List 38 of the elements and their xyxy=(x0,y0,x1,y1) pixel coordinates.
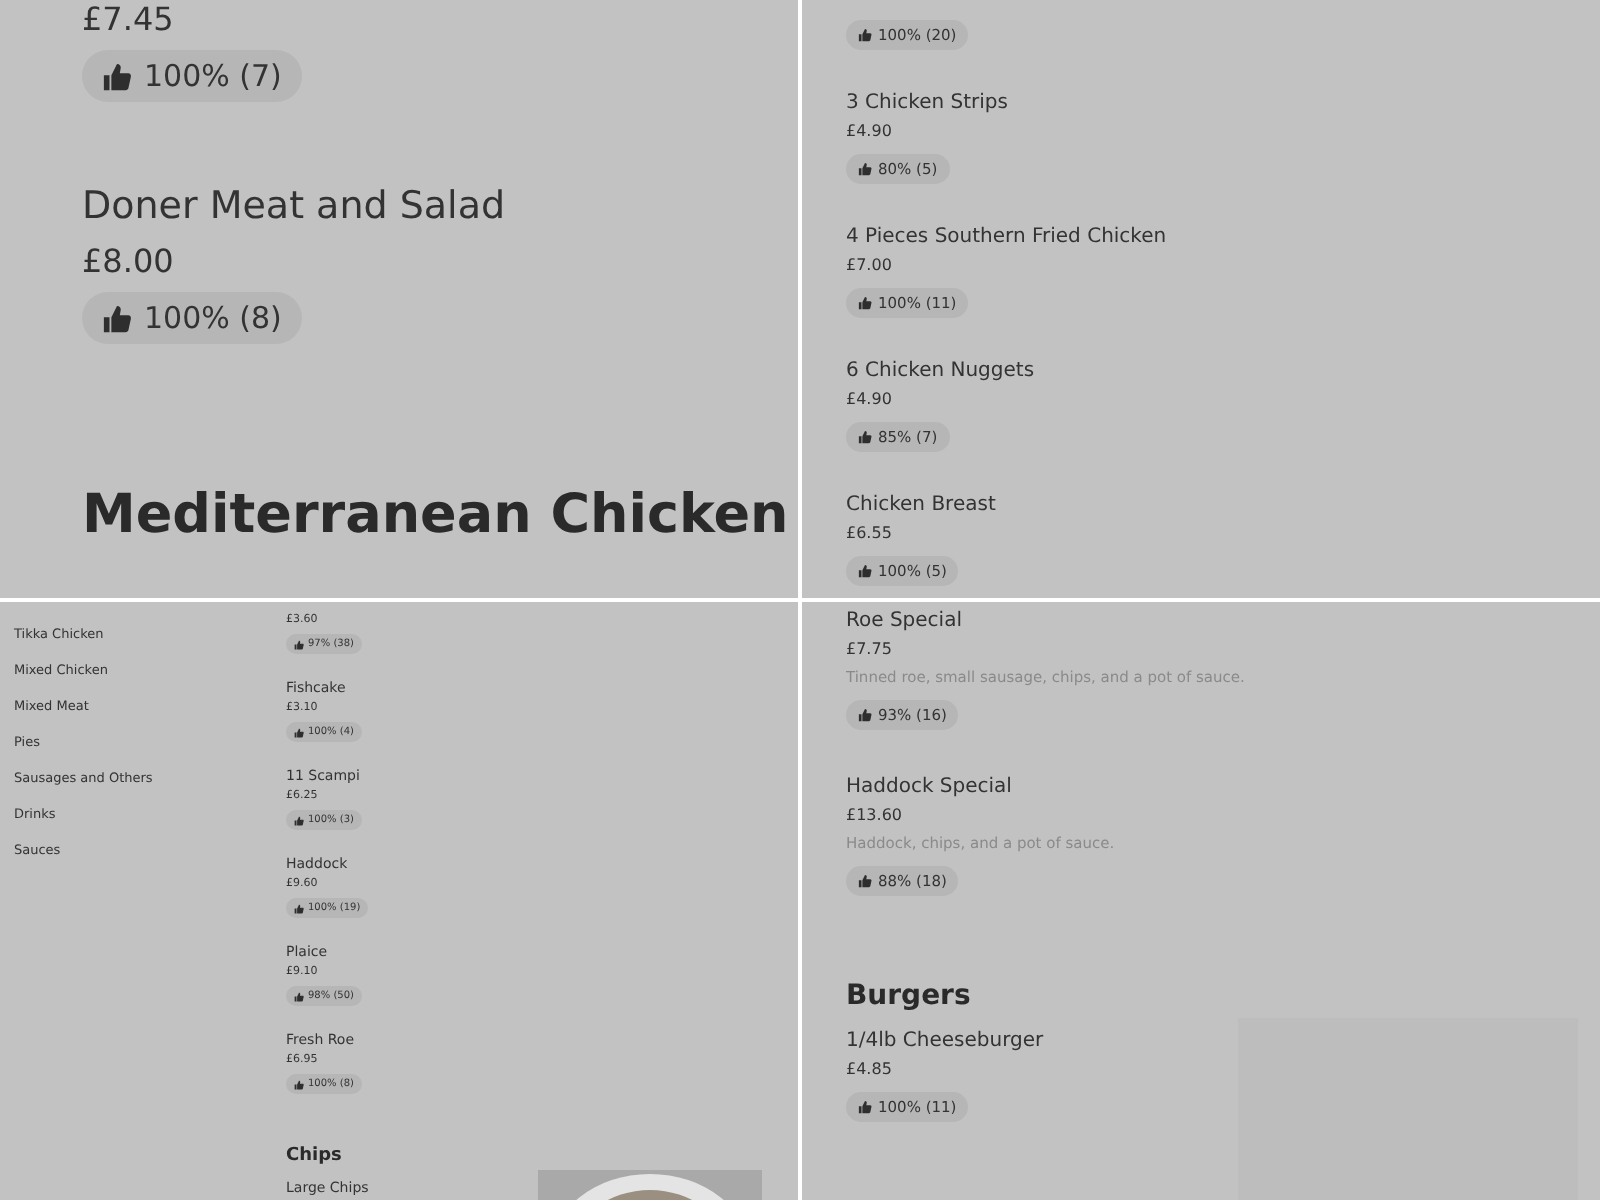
rating-badge: 100% (8) xyxy=(82,292,302,344)
item-price: £7.75 xyxy=(846,638,892,662)
thumbs-up-icon xyxy=(858,162,872,176)
item-price: £13.60 xyxy=(846,804,902,828)
thumbs-up-icon xyxy=(858,874,872,888)
section-heading: Burgers xyxy=(846,980,973,1012)
item-price: £7.00 xyxy=(846,254,892,278)
rating-badge: 100% (7) xyxy=(82,50,302,102)
thumbs-up-icon xyxy=(294,727,304,737)
item-name: 1/4lb Cheeseburger xyxy=(846,1028,1044,1054)
thumbs-up-icon xyxy=(858,1100,872,1114)
item-name: Chicken Breast xyxy=(846,492,996,518)
thumbs-up-icon xyxy=(858,296,872,310)
section-heading: Mediterranean Chicken xyxy=(82,484,791,546)
item-price: £7.45 xyxy=(82,0,174,40)
thumbs-up-icon xyxy=(858,564,872,578)
item-name: 6 Chicken Nuggets xyxy=(846,358,1035,384)
item-price: £4.85 xyxy=(846,1058,892,1082)
item-name: Haddock Special xyxy=(846,774,1012,800)
item-price: £4.90 xyxy=(846,120,892,144)
item-name: 4 Pieces Southern Fried Chicken xyxy=(846,224,1167,250)
thumbs-up-icon xyxy=(294,903,304,913)
item-price: £6.55 xyxy=(846,522,892,546)
item-name: Roe Special xyxy=(846,608,962,634)
item-name: 3 Chicken Strips xyxy=(846,90,1008,116)
thumbs-up-icon xyxy=(102,303,132,333)
thumbs-up-icon xyxy=(294,815,304,825)
thumbs-up-icon xyxy=(858,708,872,722)
thumbs-up-icon xyxy=(294,1079,304,1089)
thumbs-up-icon xyxy=(294,639,304,649)
thumbs-up-icon xyxy=(858,430,872,444)
thumbs-up-icon xyxy=(294,991,304,1001)
section-heading: Chips xyxy=(286,1146,344,1166)
item-price: £8.00 xyxy=(82,242,174,282)
thumbs-up-icon xyxy=(858,28,872,42)
thumbs-up-icon xyxy=(102,61,132,91)
item-price: £4.90 xyxy=(846,388,892,412)
item-name: Doner Meat and Salad xyxy=(82,182,506,230)
